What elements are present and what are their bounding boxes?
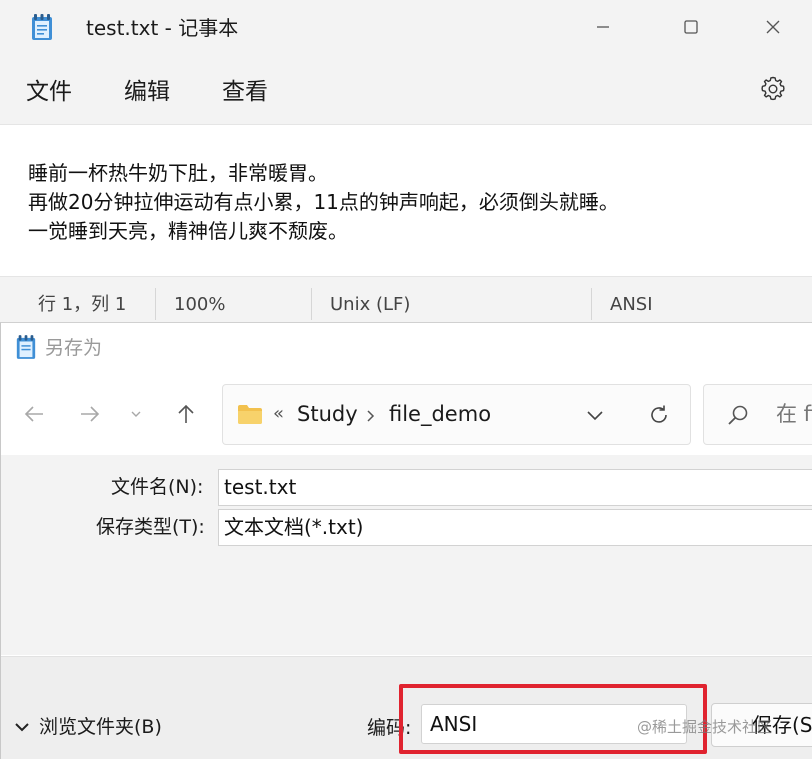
dialog-fields: 文件名(N): test.txt 保存类型(T): 文本文档(*.txt) xyxy=(1,455,812,655)
notepad-window: test.txt - 记事本 文件 编辑 查看 睡前一杯热牛奶下肚，非常暖胃。 … xyxy=(0,0,812,322)
search-placeholder: 在 fi xyxy=(776,402,812,426)
recent-locations-button[interactable] xyxy=(121,399,151,429)
editor-line-3: 一觉睡到天亮，精神倍儿爽不颓废。 xyxy=(28,219,348,243)
refresh-icon[interactable] xyxy=(647,403,671,427)
status-line-ending: Unix (LF) xyxy=(330,294,411,315)
dialog-titlebar[interactable]: 另存为 xyxy=(1,323,812,373)
window-title: test.txt - 记事本 xyxy=(86,16,239,40)
menu-file[interactable]: 文件 xyxy=(26,78,72,106)
notepad-titlebar[interactable]: test.txt - 记事本 xyxy=(0,0,812,56)
browse-folders-toggle[interactable]: 浏览文件夹(B) xyxy=(13,714,162,740)
status-bar: 行 1，列 1 100% Unix (LF) ANSI xyxy=(0,280,812,322)
menu-edit[interactable]: 编辑 xyxy=(124,78,170,106)
minimize-icon xyxy=(597,26,609,28)
breadcrumb-study[interactable]: Study xyxy=(297,401,358,427)
status-cursor-position: 行 1，列 1 xyxy=(38,294,127,315)
arrow-up-icon xyxy=(178,404,194,423)
close-icon xyxy=(766,20,780,34)
menu-bar: 文件 编辑 查看 xyxy=(0,64,812,120)
status-zoom: 100% xyxy=(174,294,226,315)
dialog-title: 另存为 xyxy=(45,337,103,359)
minimize-button[interactable] xyxy=(580,10,626,44)
up-button[interactable] xyxy=(171,399,201,429)
close-button[interactable] xyxy=(750,10,796,44)
filename-input[interactable]: test.txt xyxy=(218,469,812,506)
breadcrumb-file-demo[interactable]: file_demo xyxy=(389,401,491,427)
watermark: @稀土掘金技术社区 xyxy=(637,718,773,736)
breadcrumb-overflow[interactable]: « xyxy=(273,403,284,424)
menu-view[interactable]: 查看 xyxy=(222,78,268,106)
arrow-right-icon xyxy=(81,406,100,422)
chevron-down-icon xyxy=(131,411,141,417)
search-icon xyxy=(728,405,748,425)
back-button[interactable] xyxy=(19,399,49,429)
notepad-app-icon xyxy=(32,14,52,40)
browse-folders-label: 浏览文件夹(B) xyxy=(39,716,162,738)
status-encoding: ANSI xyxy=(610,294,653,315)
forward-button[interactable] xyxy=(75,399,105,429)
address-bar[interactable]: « Study file_demo xyxy=(222,384,691,445)
text-editor[interactable]: 睡前一杯热牛奶下肚，非常暖胃。 再做20分钟拉伸运动有点小累，11点的钟声响起，… xyxy=(0,124,812,277)
status-divider xyxy=(591,288,592,320)
editor-line-1: 睡前一杯热牛奶下肚，非常暖胃。 xyxy=(28,161,328,185)
chevron-right-icon xyxy=(367,410,375,422)
filetype-value: 文本文档(*.txt) xyxy=(224,515,364,539)
chevron-down-icon xyxy=(15,723,29,732)
gear-icon[interactable] xyxy=(758,74,788,104)
filename-label: 文件名(N): xyxy=(111,476,204,498)
filetype-select[interactable]: 文本文档(*.txt) xyxy=(218,509,812,546)
maximize-button[interactable] xyxy=(668,10,714,44)
filetype-label: 保存类型(T): xyxy=(96,516,205,538)
notepad-app-icon xyxy=(16,335,36,359)
status-divider xyxy=(311,288,312,320)
folder-icon xyxy=(238,405,262,424)
dialog-footer: 浏览文件夹(B) 编码: ANSI 保存(S @稀土掘金技术社区 xyxy=(1,656,812,759)
arrow-left-icon xyxy=(24,406,43,422)
dialog-navigation-bar: « Study file_demo 在 fi xyxy=(1,373,812,455)
save-as-dialog: 另存为 « Study file_demo 在 f 文件名(N): test.t… xyxy=(0,322,812,759)
chevron-down-icon[interactable] xyxy=(583,403,607,427)
filename-value: test.txt xyxy=(224,475,297,499)
editor-line-2: 再做20分钟拉伸运动有点小累，11点的钟声响起，必须倒头就睡。 xyxy=(28,190,619,214)
search-box[interactable]: 在 fi xyxy=(703,384,812,445)
maximize-icon xyxy=(684,20,698,34)
status-divider xyxy=(155,288,156,320)
